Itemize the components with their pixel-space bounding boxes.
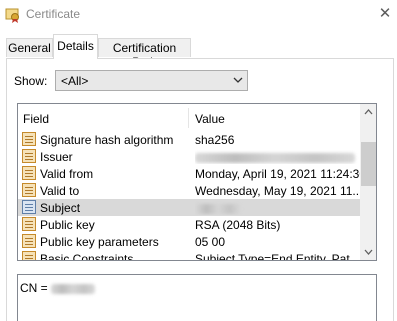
- field-value: Subject Type=End Entity, Pat: [195, 252, 350, 261]
- show-label: Show:: [14, 74, 48, 88]
- tab-label: Details: [57, 39, 94, 53]
- field-name: Valid to: [40, 184, 80, 198]
- field-value: 05 00: [195, 235, 226, 249]
- list-item[interactable]: Basic Constraints Subject Type=End Entit…: [18, 250, 360, 261]
- list-item-selected[interactable]: Subject: [18, 199, 360, 216]
- list-item[interactable]: Public key RSA (2048 Bits): [18, 216, 360, 233]
- certificate-field-icon: [22, 149, 36, 163]
- detail-value-redacted: [51, 283, 96, 294]
- list-header: Field Value: [18, 104, 360, 131]
- field-detail-textbox[interactable]: CN =: [17, 274, 377, 321]
- vertical-scrollbar[interactable]: [360, 104, 376, 260]
- close-button[interactable]: ✕: [374, 3, 396, 25]
- list-item[interactable]: Issuer: [18, 148, 360, 165]
- column-header-field[interactable]: Field: [23, 112, 49, 126]
- field-name: Public key parameters: [40, 235, 159, 249]
- field-value: RSA (2048 Bits): [195, 218, 281, 232]
- column-header-value[interactable]: Value: [195, 112, 225, 126]
- certificate-icon: [5, 7, 21, 23]
- certificate-field-icon: [22, 251, 36, 260]
- list-item[interactable]: Public key parameters 05 00: [18, 233, 360, 250]
- tab-strip: General Details Certification Path: [0, 34, 397, 69]
- subject-field-icon: [22, 200, 36, 214]
- tab-label: General: [8, 41, 51, 55]
- chevron-down-icon: [364, 249, 373, 255]
- field-value: Monday, April 19, 2021 11:24:30: [195, 167, 360, 181]
- close-icon: ✕: [378, 5, 392, 22]
- field-value-redacted: [195, 150, 360, 164]
- list-item[interactable]: Signature hash algorithm sha256: [18, 131, 360, 148]
- field-value: Wednesday, May 19, 2021 11...: [195, 184, 360, 198]
- scroll-thumb[interactable]: [361, 142, 376, 186]
- scroll-down-button[interactable]: [360, 243, 376, 260]
- field-value: sha256: [195, 133, 235, 147]
- field-detail-text: CN =: [20, 281, 96, 295]
- field-name: Valid from: [40, 167, 94, 181]
- list-item[interactable]: Valid to Wednesday, May 19, 2021 11...: [18, 182, 360, 199]
- certificate-field-icon: [22, 217, 36, 231]
- title-bar: Certificate ✕: [0, 0, 397, 30]
- detail-prefix: CN =: [20, 281, 52, 295]
- chevron-up-icon: [364, 109, 373, 115]
- tab-general[interactable]: General: [6, 38, 53, 57]
- field-name: Signature hash algorithm: [40, 133, 174, 147]
- field-name: Public key: [40, 218, 95, 232]
- scroll-up-button[interactable]: [360, 104, 376, 121]
- tab-details[interactable]: Details: [53, 34, 98, 59]
- certificate-field-icon: [22, 166, 36, 180]
- certificate-field-icon: [22, 183, 36, 197]
- field-name: Issuer: [40, 150, 73, 164]
- show-dropdown-value: <All>: [61, 74, 89, 88]
- tab-certification-path[interactable]: Certification Path: [98, 38, 191, 69]
- fields-list[interactable]: Field Value Signature hash algorithm sha…: [17, 103, 377, 261]
- chevron-down-icon: [233, 74, 243, 83]
- certificate-field-icon: [22, 234, 36, 248]
- list-item[interactable]: Valid from Monday, April 19, 2021 11:24:…: [18, 165, 360, 182]
- certificate-field-icon: [22, 132, 36, 146]
- field-value-redacted: [195, 201, 360, 215]
- window-title: Certificate: [26, 7, 81, 21]
- column-divider[interactable]: [188, 108, 189, 128]
- field-name: Basic Constraints: [40, 252, 134, 261]
- show-dropdown[interactable]: <All>: [55, 70, 248, 91]
- field-name: Subject: [40, 201, 81, 215]
